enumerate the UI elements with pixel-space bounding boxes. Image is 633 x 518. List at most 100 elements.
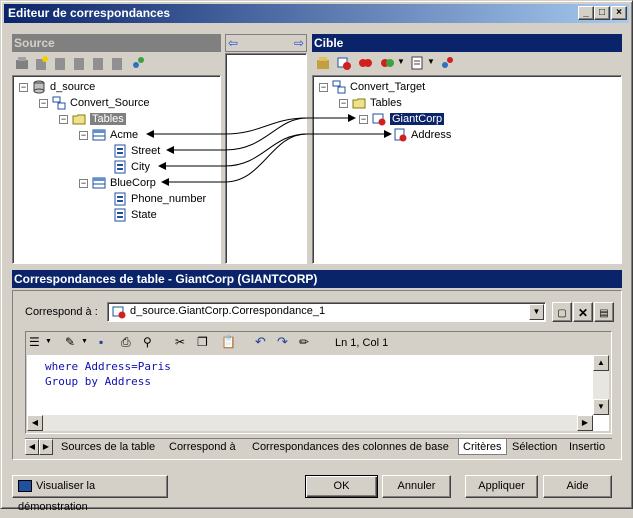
correspond-label: Correspond à : (25, 306, 98, 318)
tree-label: BlueCorp (110, 177, 156, 189)
delete-mapping-button[interactable]: ✕ (573, 302, 593, 322)
mapping-links-pane (225, 53, 307, 264)
vertical-scrollbar[interactable]: ▲ ▼ (593, 355, 609, 415)
tree-node-source-root[interactable]: − d_source (19, 79, 95, 95)
redo-icon[interactable]: ↷ (277, 334, 288, 350)
tree-label: Tables (370, 97, 402, 109)
horizontal-scrollbar[interactable]: ◀ ▶ (27, 415, 593, 431)
tree-label: State (131, 209, 157, 221)
save-icon[interactable]: ▪ (99, 335, 103, 349)
tree-node-table-bluecorp[interactable]: − BlueCorp (79, 175, 156, 191)
new-object-icon[interactable] (33, 55, 49, 71)
column-icon (114, 192, 126, 206)
tab-insertion[interactable]: Insertio (565, 439, 609, 455)
chevron-down-icon[interactable]: ▼ (81, 338, 88, 345)
undo-icon[interactable]: ↶ (255, 334, 266, 350)
help-label: Aide (566, 480, 589, 492)
move-object-icon[interactable] (71, 55, 87, 71)
help-button[interactable]: Aide (543, 475, 612, 498)
close-button[interactable]: × (611, 6, 627, 20)
column-icon (114, 160, 126, 174)
ok-button[interactable]: OK (305, 475, 378, 498)
apply-label: Appliquer (478, 480, 525, 492)
tab-scroll-right-icon[interactable]: ▶ (39, 439, 53, 455)
properties-icon[interactable] (315, 55, 331, 71)
new-mapping-button[interactable]: ▢ (552, 302, 572, 322)
tree-node-source-model[interactable]: − Convert_Source (39, 95, 150, 111)
tab-label: Correspond à (169, 441, 236, 453)
copy-icon[interactable]: ❐ (197, 335, 208, 349)
tree-label: Phone_number (131, 193, 207, 205)
delete-object-icon[interactable] (52, 55, 68, 71)
find-icon[interactable] (130, 55, 146, 71)
tab-criteres[interactable]: Critères (458, 439, 507, 455)
folder-icon (72, 114, 86, 125)
correspond-value: d_source.GiantCorp.Correspondance_1 (130, 305, 326, 317)
maximize-button[interactable]: □ (594, 6, 610, 20)
view-demo-button[interactable]: Visualiser la démonstration (12, 475, 168, 513)
model-icon (52, 96, 66, 110)
edit-icon[interactable]: ✎ (65, 335, 75, 349)
tab-correspond[interactable]: Correspond à (165, 439, 240, 455)
arrow-left-icon[interactable]: ⇦ (228, 35, 238, 51)
properties-icon[interactable] (14, 55, 30, 71)
folder-icon (352, 98, 366, 109)
scroll-right-icon[interactable]: ▶ (577, 415, 593, 431)
mapping-dropdown-icon[interactable] (379, 55, 395, 71)
tree-node-column-state[interactable]: State (113, 207, 157, 223)
editor-toolbar: ☰ ▼ ✎ ▼ ▪ ⎙ ⚲ ✂ ❐ 📋 ↶ ↷ ✏ Ln 1, Col 1 (27, 334, 610, 354)
add-mapping-icon[interactable] (336, 55, 352, 71)
chevron-down-icon[interactable]: ▼ (529, 304, 544, 320)
tab-sources[interactable]: Sources de la table (57, 439, 159, 455)
sql-menu-icon[interactable]: ☰ (29, 335, 40, 349)
arrow-right-icon[interactable]: ⇨ (294, 35, 304, 51)
tree-label: City (131, 161, 150, 173)
minimize-button[interactable]: _ (578, 6, 594, 20)
tree-node-target-root[interactable]: − Convert_Target (319, 79, 425, 95)
target-header-label: Cible (314, 36, 344, 50)
sql-editor[interactable]: where Address=Paris Group by Address ▲ ▼… (27, 355, 609, 431)
tree-node-source-tables[interactable]: − Tables (59, 111, 126, 127)
target-tree: − Convert_Target − Tables − GiantCorp Addre… (312, 75, 622, 264)
tree-node-table-giantcorp[interactable]: − GiantCorp (359, 111, 445, 127)
tree-label: Tables (90, 113, 126, 125)
new-icon: ▢ (557, 308, 567, 319)
document-icon[interactable] (409, 55, 425, 71)
tree-label: Address (411, 129, 452, 141)
source-toolbar (14, 55, 214, 73)
tree-node-column-street[interactable]: Street (113, 143, 160, 159)
column-icon (114, 144, 126, 158)
print-icon[interactable]: ⎙ (121, 335, 131, 350)
tab-column-mappings[interactable]: Correspondances des colonnes de base (248, 439, 453, 455)
mapped-column-icon (394, 128, 407, 142)
demo-icon (18, 480, 32, 493)
correspond-select[interactable]: d_source.GiantCorp.Correspondance_1 ▼ (107, 302, 546, 322)
paste-icon[interactable]: 📋 (221, 335, 236, 349)
tab-selection[interactable]: Sélection (508, 439, 561, 455)
scroll-up-icon[interactable]: ▲ (593, 355, 609, 371)
delete-mapping-icon[interactable] (357, 55, 373, 71)
tab-scroll-left-icon[interactable]: ◀ (25, 439, 39, 455)
pencil-icon[interactable]: ✏ (299, 335, 309, 349)
scroll-down-icon[interactable]: ▼ (593, 399, 609, 415)
mapping-properties-button[interactable]: ▤ (594, 302, 614, 322)
filter-icon[interactable] (109, 55, 125, 71)
properties-icon: ▤ (599, 308, 609, 319)
copy-object-icon[interactable] (90, 55, 106, 71)
query-line: where Address=Paris (45, 360, 171, 373)
tree-node-target-tables[interactable]: − Tables (339, 95, 402, 111)
tree-node-column-address[interactable]: Address (393, 127, 451, 143)
find-icon[interactable]: ⚲ (143, 335, 152, 349)
find-icon[interactable] (439, 55, 455, 71)
tree-node-column-city[interactable]: City (113, 159, 150, 175)
tab-strip: ◀ ▶ Sources de la table Correspond à Cor… (25, 438, 612, 456)
chevron-down-icon[interactable]: ▼ (45, 338, 52, 345)
chevron-down-icon[interactable]: ▼ (427, 57, 435, 66)
chevron-down-icon[interactable]: ▼ (397, 57, 405, 66)
cut-icon[interactable]: ✂ (175, 335, 185, 349)
apply-button[interactable]: Appliquer (465, 475, 538, 498)
scroll-left-icon[interactable]: ◀ (27, 415, 43, 431)
cancel-button[interactable]: Annuler (382, 475, 451, 498)
tree-node-column-phone[interactable]: Phone_number (113, 191, 206, 207)
tree-node-table-acme[interactable]: − Acme (79, 127, 138, 143)
